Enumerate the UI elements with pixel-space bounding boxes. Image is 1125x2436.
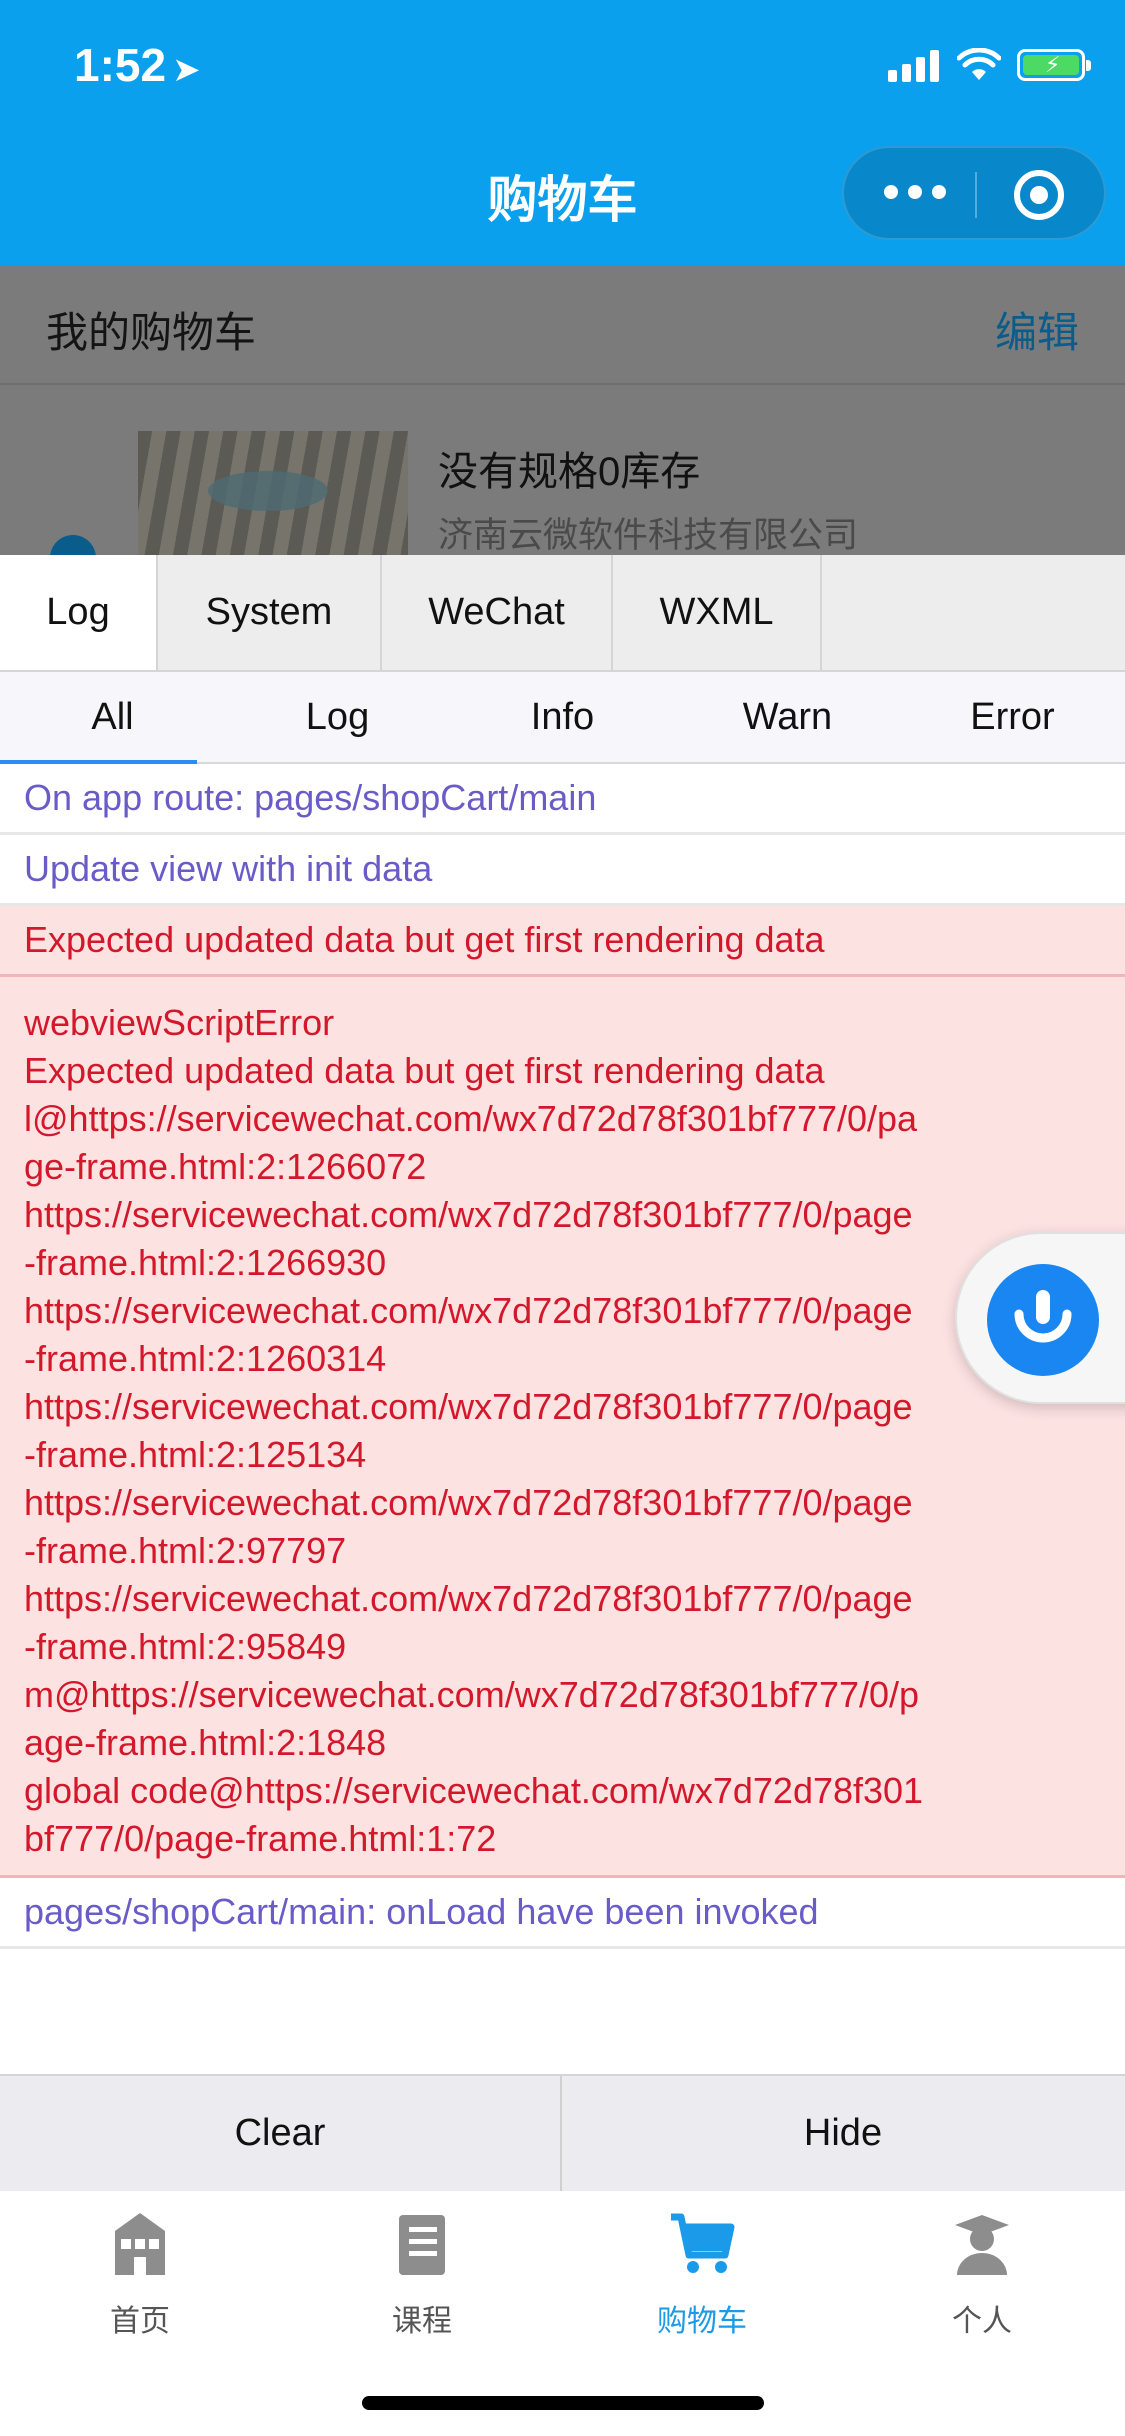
tabbar-item-cart[interactable]: 购物车 xyxy=(632,2209,772,2340)
filter-error[interactable]: Error xyxy=(900,672,1125,762)
filter-info[interactable]: Info xyxy=(450,672,675,762)
log-line: https://servicewechat.com/wx7d72d78f301b… xyxy=(24,1194,913,1283)
cart-edit-button[interactable]: 编辑 xyxy=(995,299,1079,360)
log-line: https://servicewechat.com/wx7d72d78f301b… xyxy=(24,1290,913,1379)
tabbar-label-cart: 购物车 xyxy=(657,2305,747,2338)
item-shop-name: 济南云微软件科技有限公司 xyxy=(438,516,859,555)
filter-warn[interactable]: Warn xyxy=(675,672,900,762)
item-name: 没有规格0库存 xyxy=(438,450,701,494)
charging-bolt-icon: ⚡ xyxy=(1045,52,1061,77)
tab-wechat[interactable]: WeChat xyxy=(382,555,613,670)
close-miniprogram-icon[interactable] xyxy=(1014,170,1064,220)
cart-item[interactable]: 没有规格0库存 济南云微软件科技有限公司 xyxy=(0,385,1125,581)
user-icon xyxy=(955,2215,1009,2275)
log-line: https://servicewechat.com/wx7d72d78f301b… xyxy=(24,1482,913,1571)
tabbar-item-home[interactable]: 首页 xyxy=(70,2209,210,2340)
cart-header-title: 我的购物车 xyxy=(46,309,257,356)
item-thumbnail xyxy=(138,431,408,555)
cellular-signal-icon xyxy=(888,48,939,82)
capsule-divider xyxy=(975,172,977,218)
log-entry-error[interactable]: webviewScriptError Expected updated data … xyxy=(0,977,1125,1878)
log-entry-error[interactable]: Expected updated data but get first rend… xyxy=(0,906,1125,977)
console-footer: Clear Hide xyxy=(0,2074,1125,2191)
filter-all[interactable]: All xyxy=(0,672,225,764)
navigation-header: 1:52 ➤ ⚡ 购物车 xyxy=(0,0,1125,265)
cart-header: 我的购物车 编辑 xyxy=(0,265,1125,385)
more-menu-icon[interactable] xyxy=(884,185,946,199)
miniprogram-capsule xyxy=(842,146,1106,240)
bottom-tab-bar: 首页 课程 购物车 个人 xyxy=(0,2191,1125,2436)
home-indicator xyxy=(362,2396,764,2410)
console-tab-bar: Log System WeChat WXML xyxy=(0,555,1125,672)
status-time-text: 1:52 xyxy=(74,39,167,91)
tabbar-label-profile: 个人 xyxy=(952,2305,1012,2338)
log-entry[interactable]: On app route: pages/shopCart/main xyxy=(0,764,1125,835)
log-line: l@https://servicewechat.com/wx7d72d78f30… xyxy=(24,1098,918,1187)
location-arrow-icon: ➤ xyxy=(172,51,201,89)
log-line: pages/shopCart/main: onLoad have been in… xyxy=(24,1891,819,1932)
vconsole-panel: Log System WeChat WXML All Log Info Warn… xyxy=(0,555,1125,2191)
log-line: Update view with init data xyxy=(24,848,433,889)
voice-assistant-icon xyxy=(987,1264,1099,1376)
tabbar-label-course: 课程 xyxy=(392,2305,452,2338)
log-line: Expected updated data but get first rend… xyxy=(24,1050,825,1091)
log-list[interactable]: On app route: pages/shopCart/main Update … xyxy=(0,764,1125,2082)
filter-log[interactable]: Log xyxy=(225,672,450,762)
voice-assistant-button[interactable] xyxy=(955,1232,1125,1404)
tabbar-label-home: 首页 xyxy=(110,2305,170,2338)
battery-icon: ⚡ xyxy=(1017,49,1091,81)
log-entry[interactable]: Update view with init data xyxy=(0,835,1125,906)
status-bar-time: 1:52 ➤ xyxy=(74,38,201,92)
log-line: https://servicewechat.com/wx7d72d78f301b… xyxy=(24,1578,913,1667)
tabbar-item-course[interactable]: 课程 xyxy=(352,2209,492,2340)
log-line: webviewScriptError xyxy=(24,1002,335,1043)
wifi-icon xyxy=(957,48,1001,80)
log-line: On app route: pages/shopCart/main xyxy=(24,777,597,818)
log-line: https://servicewechat.com/wx7d72d78f301b… xyxy=(24,1386,913,1475)
tab-system[interactable]: System xyxy=(158,555,382,670)
log-line: m@https://servicewechat.com/wx7d72d78f30… xyxy=(24,1674,920,1763)
home-icon xyxy=(115,2213,165,2275)
log-line: Expected updated data but get first rend… xyxy=(24,919,825,960)
cart-icon xyxy=(671,2213,735,2273)
clear-button[interactable]: Clear xyxy=(0,2076,562,2191)
hide-button[interactable]: Hide xyxy=(562,2076,1124,2191)
tab-wxml[interactable]: WXML xyxy=(613,555,822,670)
book-icon xyxy=(399,2215,445,2275)
tab-log[interactable]: Log xyxy=(0,555,158,670)
log-filter-bar: All Log Info Warn Error xyxy=(0,672,1125,764)
status-bar-indicators: ⚡ xyxy=(888,48,1091,82)
log-entry[interactable]: pages/shopCart/main: onLoad have been in… xyxy=(0,1878,1125,1949)
tabbar-item-profile[interactable]: 个人 xyxy=(912,2209,1052,2340)
cart-page-overlay: 我的购物车 编辑 没有规格0库存 济南云微软件科技有限公司 xyxy=(0,265,1125,581)
log-line: global code@https://servicewechat.com/wx… xyxy=(24,1770,924,1859)
